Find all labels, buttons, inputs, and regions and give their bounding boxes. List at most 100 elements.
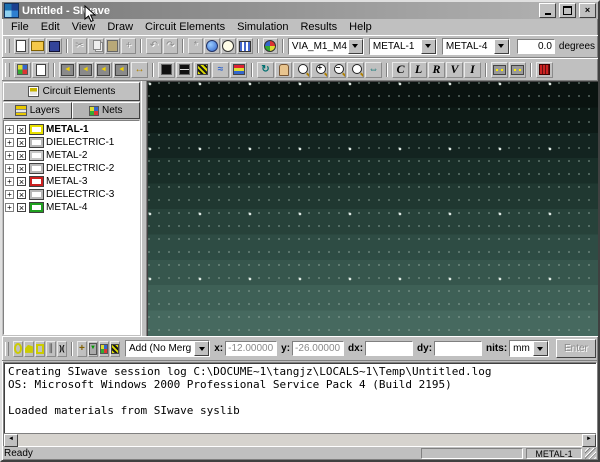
expand-plus-icon[interactable]: + (5, 151, 14, 161)
menu-file[interactable]: File (5, 20, 35, 34)
menu-help[interactable]: Help (343, 20, 378, 34)
expand-plus-icon[interactable]: + (5, 164, 14, 174)
capacitor-button[interactable]: C (392, 61, 409, 78)
stop-layer-combo[interactable]: METAL-4 (441, 37, 510, 55)
zoom-area-button[interactable] (347, 61, 364, 78)
layer-swap-button[interactable]: ↔ (131, 61, 148, 78)
stackup-columns-button[interactable] (237, 38, 253, 55)
paste-button[interactable] (104, 38, 120, 55)
draw-arcs-button[interactable]: )( (56, 340, 67, 357)
current-source-button[interactable]: I (464, 61, 481, 78)
paste-to-layer-button[interactable]: ▼ (87, 340, 98, 357)
toolbar-drag-handle[interactable] (5, 39, 10, 54)
draw-lines-button[interactable]: ∥ (45, 340, 56, 357)
layer-row[interactable]: + × DIELECTRIC-1 (5, 136, 138, 149)
layer-visibility-checkbox[interactable]: × (17, 190, 26, 200)
toolbar-drag-handle[interactable] (5, 62, 10, 77)
tab-layers[interactable]: Layers (3, 102, 72, 120)
layer-step-button-4[interactable]: ◄ (113, 61, 130, 78)
title-bar[interactable]: Untitled - SIwave × (2, 2, 598, 20)
wave-plot-button[interactable]: ≈ (212, 61, 229, 78)
layer-step-button-1[interactable]: ◄ (59, 61, 76, 78)
report-button[interactable] (32, 61, 49, 78)
expand-plus-icon[interactable]: + (5, 190, 14, 200)
redo-button[interactable]: ↷ (162, 38, 179, 55)
toolbar-drag-handle[interactable] (5, 341, 9, 356)
draw-rect-button[interactable] (34, 340, 45, 357)
fit-view-button[interactable]: ⇔ (365, 61, 382, 78)
new-button[interactable] (13, 38, 30, 55)
layer-row[interactable]: + × DIELECTRIC-2 (5, 162, 138, 175)
open-button[interactable] (30, 38, 46, 55)
circuit-elements-header[interactable]: Circuit Elements (3, 82, 140, 102)
scroll-right-icon[interactable]: ► (582, 434, 596, 448)
via-padstack-combo[interactable]: VIA_M1_M4 (287, 37, 364, 55)
resistor-button[interactable]: R (428, 61, 445, 78)
save-button[interactable] (46, 38, 62, 55)
layer-visibility-checkbox[interactable]: × (17, 203, 26, 213)
layer-row[interactable]: + × METAL-2 (5, 149, 138, 162)
units-combo[interactable]: mm (509, 340, 549, 358)
chevron-down-icon[interactable] (493, 38, 509, 54)
chevron-down-icon[interactable] (420, 38, 436, 54)
history-button[interactable] (220, 38, 237, 55)
menu-view[interactable]: View (66, 20, 102, 34)
expand-plus-icon[interactable]: + (5, 125, 14, 135)
layer-visibility-checkbox[interactable]: × (17, 138, 26, 148)
inductor-button[interactable]: L (410, 61, 427, 78)
dy-input[interactable] (434, 341, 483, 357)
tab-nets[interactable]: Nets (71, 102, 140, 120)
chevron-down-icon[interactable] (347, 38, 363, 54)
error-plot-button[interactable] (536, 61, 553, 78)
chevron-down-icon[interactable] (532, 341, 548, 357)
expand-plus-icon[interactable]: + (5, 177, 14, 187)
port-button-2[interactable] (509, 61, 526, 78)
expand-plus-icon[interactable]: + (5, 203, 14, 213)
layer-step-button-2[interactable]: ◄ (77, 61, 94, 78)
color-settings-button[interactable] (262, 38, 278, 55)
world-view-button[interactable] (204, 38, 220, 55)
net-colors-button[interactable] (98, 340, 109, 357)
angle-input[interactable] (516, 38, 555, 54)
spectrum-button[interactable] (230, 61, 247, 78)
menu-draw[interactable]: Draw (101, 20, 139, 34)
merge-mode-combo[interactable]: Add (No Merg (124, 340, 211, 358)
move-button[interactable]: + (120, 38, 137, 55)
undo-button[interactable]: ↶ (146, 38, 162, 55)
layer-step-button-3[interactable]: ◄ (95, 61, 112, 78)
cut-button[interactable]: ✂ (71, 38, 88, 55)
zoom-button[interactable] (293, 61, 310, 78)
scroll-left-icon[interactable]: ◄ (4, 434, 18, 448)
fill-view-button[interactable] (158, 61, 175, 78)
draw-circle-button[interactable] (12, 340, 23, 357)
menu-edit[interactable]: Edit (35, 20, 66, 34)
menu-circuit-elements[interactable]: Circuit Elements (139, 20, 231, 34)
minimize-button[interactable] (539, 3, 556, 19)
maximize-button[interactable] (559, 3, 576, 19)
menu-results[interactable]: Results (294, 20, 343, 34)
start-layer-combo[interactable]: METAL-1 (368, 37, 437, 55)
layer-row[interactable]: + × METAL-4 (5, 201, 138, 214)
pan-button[interactable] (275, 61, 292, 78)
redraw-button[interactable]: ↻ (257, 61, 274, 78)
zoom-in-button[interactable]: + (311, 61, 328, 78)
layer-visibility-checkbox[interactable]: × (17, 125, 26, 135)
snap-button[interactable]: * (188, 38, 204, 55)
move-node-button[interactable]: + (76, 340, 87, 357)
menu-simulation[interactable]: Simulation (231, 20, 294, 34)
layer-colors-button[interactable] (14, 61, 31, 78)
y-input[interactable] (292, 341, 345, 357)
x-input[interactable] (225, 341, 278, 357)
hatch-view-button[interactable] (194, 61, 211, 78)
measure-button[interactable] (109, 340, 120, 357)
chevron-down-icon[interactable] (194, 341, 210, 357)
layer-visibility-checkbox[interactable]: × (17, 177, 26, 187)
layer-row[interactable]: + × DIELECTRIC-3 (5, 188, 138, 201)
layer-visibility-checkbox[interactable]: × (17, 164, 26, 174)
drawing-canvas[interactable] (147, 81, 598, 337)
close-button[interactable]: × (579, 3, 596, 19)
dx-input[interactable] (365, 341, 414, 357)
outline-view-button[interactable] (176, 61, 193, 78)
port-button-1[interactable] (491, 61, 508, 78)
voltage-source-button[interactable]: V (446, 61, 463, 78)
